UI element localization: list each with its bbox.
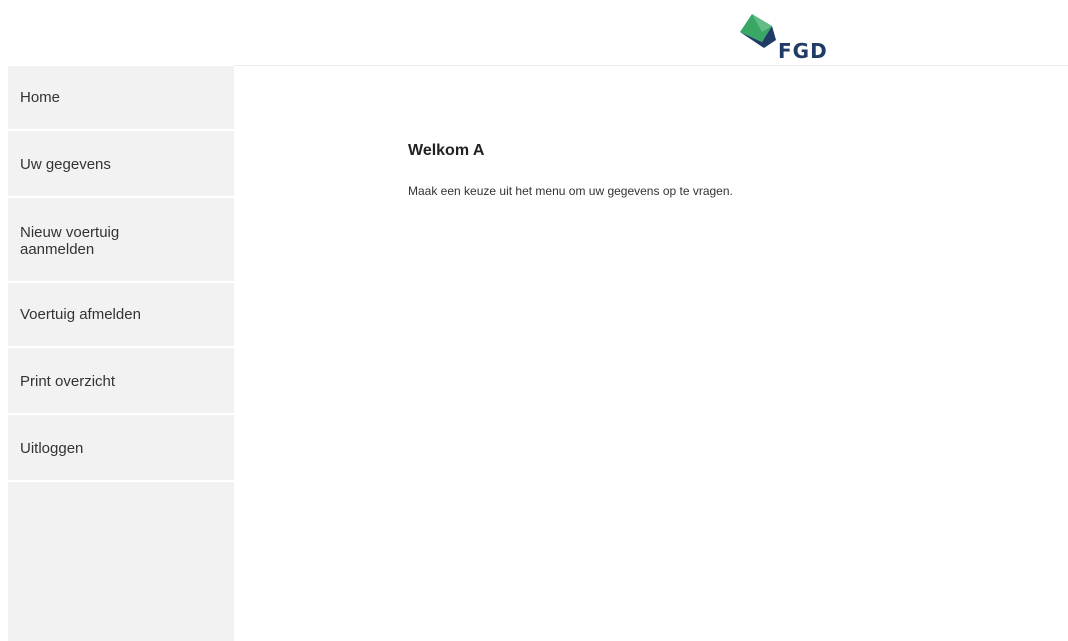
sidebar-item-label: Uitloggen xyxy=(20,440,84,457)
logo-text: FGD xyxy=(778,39,828,63)
sidebar-item-label: Nieuw voertuig aanmelden xyxy=(20,223,120,258)
fgd-logo[interactable]: FGD xyxy=(738,12,838,63)
page-title: Welkom A xyxy=(408,142,485,159)
sidebar-item-voertuig-afmelden[interactable]: Voertuig afmelden xyxy=(8,283,234,348)
sidebar-item-label: Home xyxy=(20,89,61,106)
sidebar-item-uw-gegevens[interactable]: Uw gegevens xyxy=(8,133,234,198)
header-divider xyxy=(234,65,1068,66)
sidebar-item-home[interactable]: Home xyxy=(8,66,234,131)
sidebar-menu: Home Uw gegevens Nieuw voertuig aanmelde… xyxy=(8,66,234,641)
intro-text: Maak een keuze uit het menu om uw gegeve… xyxy=(408,184,733,198)
sidebar-item-label: Uw gegevens xyxy=(20,156,111,173)
main-content: Welkom A Maak een keuze uit het menu om … xyxy=(408,140,1028,199)
sidebar-item-label: Print overzicht xyxy=(20,373,116,390)
sidebar-item-nieuw-voertuig-aanmelden[interactable]: Nieuw voertuig aanmelden xyxy=(8,200,234,283)
sidebar-item-uitloggen[interactable]: Uitloggen xyxy=(8,417,234,482)
header: FGD xyxy=(0,0,1068,65)
sidebar-item-label: Voertuig afmelden xyxy=(20,306,141,323)
sidebar-item-print-overzicht[interactable]: Print overzicht xyxy=(8,350,234,415)
